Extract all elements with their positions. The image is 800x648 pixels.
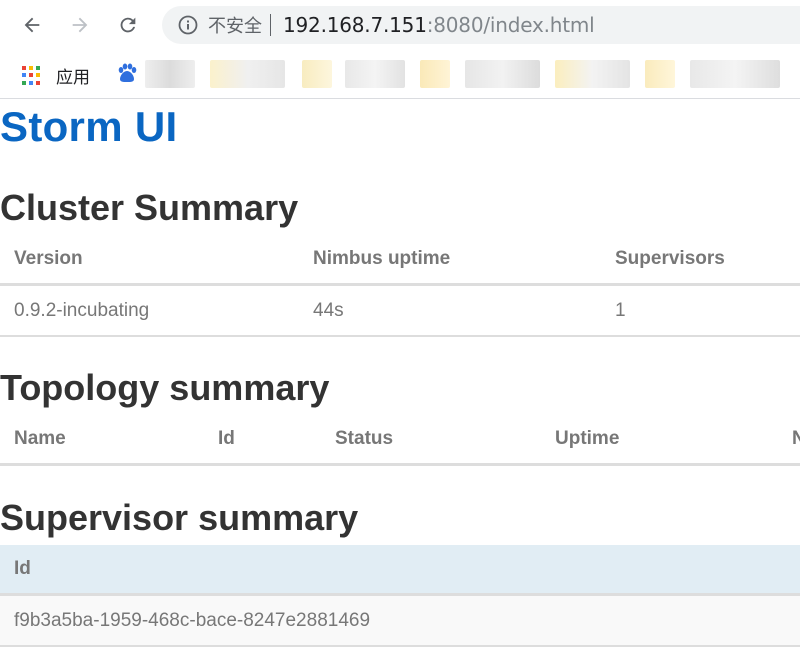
table-row: 0.9.2-incubating 44s 1 [0, 284, 800, 337]
cluster-summary-table: Version Nimbus uptime Supervisors 0.9.2-… [0, 235, 800, 337]
table-cell: 1 [601, 284, 800, 337]
column-header[interactable]: Status [321, 415, 541, 466]
address-bar[interactable]: 不安全 192.168.7.151:8080/index.html [162, 6, 800, 44]
reload-button[interactable] [112, 9, 144, 41]
column-header[interactable]: Version [0, 235, 299, 286]
column-header[interactable]: Uptime [541, 415, 778, 466]
cluster-summary-heading: Cluster Summary [0, 187, 299, 228]
topology-summary-heading: Topology summary [0, 367, 330, 408]
bookmark-item-blurred[interactable] [302, 60, 332, 88]
page-title[interactable]: Storm UI [0, 103, 177, 151]
separator [270, 14, 271, 36]
arrow-left-icon [24, 17, 40, 33]
url-text[interactable]: 192.168.7.151:8080/index.html [283, 13, 595, 37]
bookmark-item-blurred[interactable] [210, 60, 285, 88]
apps-grid-icon [22, 65, 42, 86]
topology-summary-table: Name Id Status Uptime N [0, 415, 800, 466]
apps-bookmark[interactable]: 应用 [22, 63, 90, 88]
security-label: 不安全 [208, 16, 262, 37]
back-button[interactable] [16, 9, 48, 41]
forward-button[interactable] [64, 9, 96, 41]
column-header[interactable]: Id [204, 415, 321, 466]
column-header[interactable]: Id [0, 545, 800, 596]
arrow-right-icon [72, 17, 88, 33]
apps-label: 应用 [56, 68, 90, 88]
bookmark-item-blurred[interactable] [420, 60, 450, 88]
column-header[interactable]: Supervisors [601, 235, 800, 286]
reload-icon [120, 17, 136, 33]
bookmark-item-blurred[interactable] [690, 60, 780, 88]
info-icon[interactable] [178, 15, 198, 35]
bookmark-item-blurred[interactable] [345, 60, 405, 88]
bookmark-item-blurred[interactable] [465, 60, 540, 88]
browser-toolbar: 不安全 192.168.7.151:8080/index.html [0, 0, 800, 50]
supervisor-summary-table: Id f9b3a5ba-1959-468c-bace-8247e2881469 [0, 545, 800, 647]
table-cell: 44s [299, 284, 601, 337]
column-header[interactable]: N [778, 415, 800, 466]
bookmark-item-blurred[interactable] [645, 60, 675, 88]
bookmark-item-blurred[interactable] [555, 60, 630, 88]
table-cell: 0.9.2-incubating [0, 284, 299, 337]
column-header[interactable]: Nimbus uptime [299, 235, 601, 286]
column-header[interactable]: Name [0, 415, 204, 466]
baidu-paw-icon[interactable] [116, 62, 138, 84]
table-row: f9b3a5ba-1959-468c-bace-8247e2881469 [0, 594, 800, 647]
supervisor-summary-heading: Supervisor summary [0, 497, 359, 538]
bookmark-item-blurred[interactable] [145, 60, 195, 88]
table-cell: f9b3a5ba-1959-468c-bace-8247e2881469 [0, 594, 800, 647]
url-path: :8080/index.html [426, 13, 595, 37]
bookmarks-bar: 应用 [0, 50, 800, 99]
url-host: 192.168.7.151 [283, 13, 427, 37]
